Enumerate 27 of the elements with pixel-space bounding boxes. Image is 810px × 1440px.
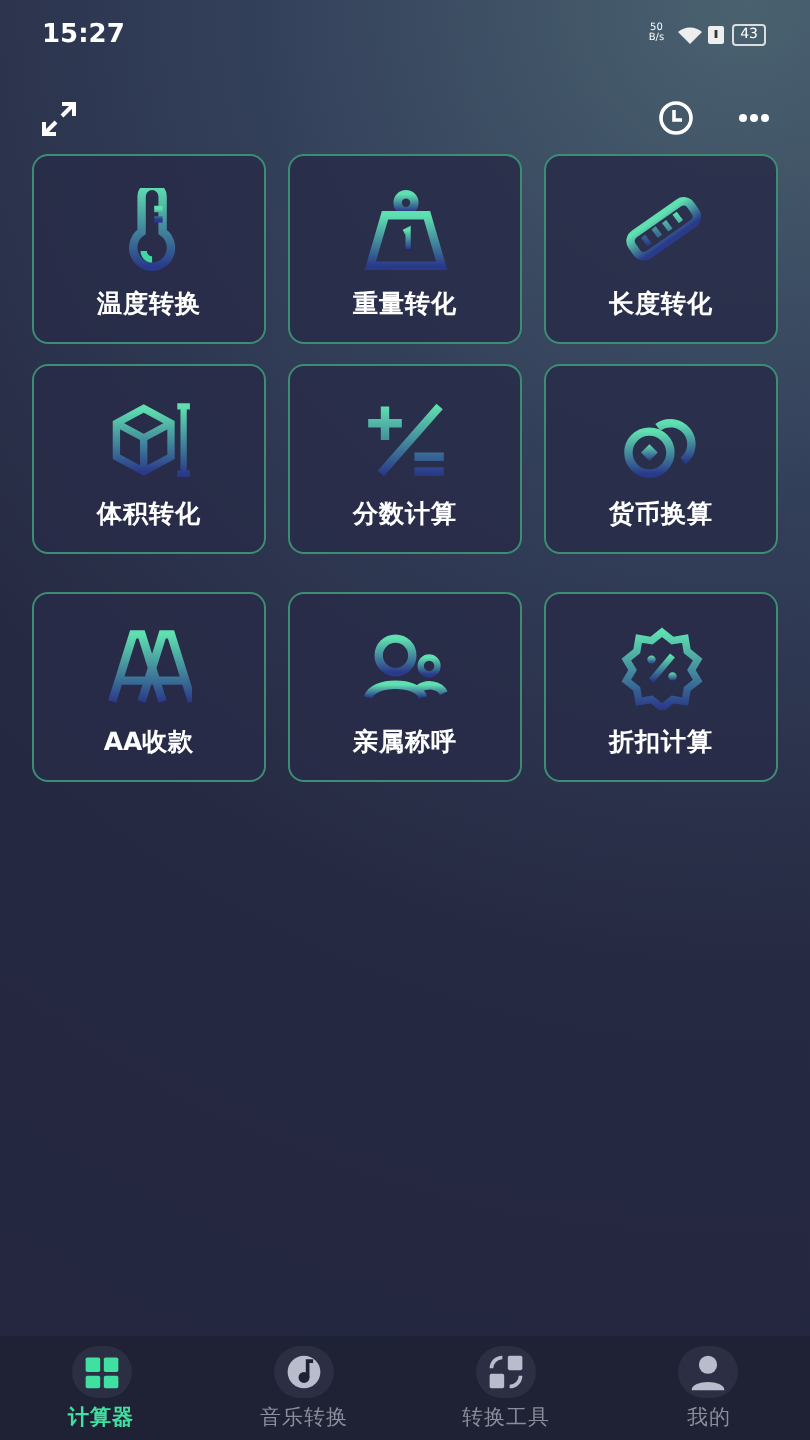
nav-tab[interactable]: 我的 [607, 1345, 810, 1431]
tool-card[interactable]: AA收款 [32, 592, 266, 782]
swap-squares-icon [486, 1351, 527, 1391]
tool-card[interactable]: 亲属称呼 [288, 592, 522, 782]
calculator-icon [81, 1351, 122, 1391]
tool-card[interactable]: 温度转换 [32, 154, 266, 344]
plus-slash-equals-icon [363, 398, 447, 482]
person-icon [688, 1351, 729, 1391]
more-icon[interactable] [738, 112, 770, 124]
nav-tab[interactable]: 计算器 [0, 1345, 203, 1431]
alert-icon [708, 25, 725, 43]
cube-icon [107, 398, 191, 482]
tool-card[interactable]: 长度转化 [544, 154, 778, 344]
tool-card[interactable]: 折扣计算 [544, 592, 778, 782]
status-time: 15:27 [42, 19, 125, 49]
expand-icon[interactable] [40, 99, 78, 137]
tool-card[interactable]: 货币换算 [544, 364, 778, 554]
wifi-icon [678, 25, 703, 43]
nav-tab[interactable]: 转换工具 [405, 1345, 608, 1431]
tool-card[interactable]: 分数计算 [288, 364, 522, 554]
nav-tab[interactable]: 音乐转换 [202, 1345, 405, 1431]
tool-card[interactable]: 重量转化 [288, 154, 522, 344]
music-disc-icon [283, 1351, 324, 1391]
clock-icon[interactable] [658, 100, 694, 136]
tool-card[interactable]: 体积转化 [32, 364, 266, 554]
weight-icon [363, 188, 447, 272]
discount-badge-icon [619, 626, 703, 710]
